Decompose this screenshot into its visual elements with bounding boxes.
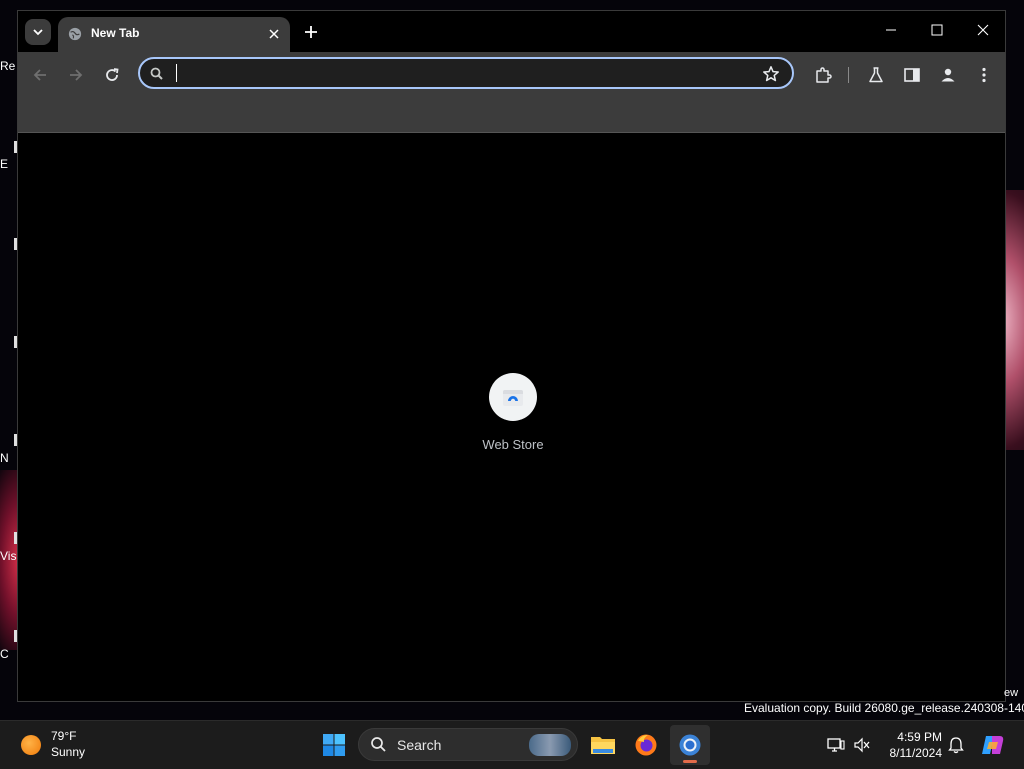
- web-store-icon: [503, 390, 523, 406]
- start-icon: [323, 734, 345, 756]
- new-tab-button[interactable]: [300, 21, 322, 43]
- chrome-icon: [679, 734, 701, 756]
- back-arrow-icon: [33, 69, 46, 81]
- minimize-button[interactable]: [876, 17, 906, 43]
- file-explorer-icon: [591, 737, 615, 754]
- menu-button[interactable]: [972, 63, 996, 87]
- address-bar[interactable]: [138, 57, 794, 89]
- clock-date: 8/11/2024: [889, 746, 943, 760]
- bell-icon: [948, 737, 964, 754]
- shortcut-web-store[interactable]: Web Store: [473, 373, 553, 452]
- address-input[interactable]: [174, 63, 748, 85]
- profile-icon: [941, 68, 955, 82]
- volume-muted-icon: [854, 737, 870, 753]
- sun-icon: [21, 735, 41, 755]
- search-icon: [371, 737, 386, 752]
- minimize-icon: [886, 29, 896, 31]
- system-clock[interactable]: 4:59 PM 8/11/2024: [880, 729, 943, 761]
- tray-display-button[interactable]: [826, 735, 846, 755]
- search-highlight-image: [529, 734, 571, 756]
- taskbar-search-label: Search: [397, 737, 442, 753]
- search-icon: [150, 67, 163, 80]
- profile-button[interactable]: [936, 63, 960, 87]
- text-caret: [176, 64, 177, 82]
- watermark-fragment: ew: [1004, 687, 1019, 699]
- close-window-button[interactable]: [968, 17, 998, 43]
- tray-volume-button[interactable]: [852, 735, 872, 755]
- desktop-icon-label[interactable]: Vis: [0, 549, 18, 563]
- taskbar-file-explorer[interactable]: [583, 725, 623, 765]
- running-indicator: [683, 760, 697, 763]
- desktop-icon-label[interactable]: N: [0, 451, 18, 465]
- display-icon: [827, 738, 845, 752]
- chevron-down-icon: [33, 29, 43, 36]
- weather-condition: Sunny: [51, 745, 86, 759]
- extensions-button[interactable]: [811, 63, 835, 87]
- tab-close-button[interactable]: [264, 24, 284, 44]
- tab-strip: New Tab: [18, 11, 1005, 52]
- forward-button[interactable]: [64, 63, 88, 87]
- new-tab-page: Web Store: [18, 133, 1005, 701]
- tab-search-button[interactable]: [25, 19, 51, 45]
- taskbar-search[interactable]: Search: [358, 728, 578, 761]
- globe-icon: [68, 27, 82, 41]
- close-icon: [977, 24, 989, 36]
- toolbar: [18, 52, 1005, 97]
- side-panel-icon: [904, 68, 920, 82]
- shortcut-label: Web Store: [482, 437, 544, 452]
- bookmark-star-icon[interactable]: [762, 65, 780, 83]
- desktop-icon-label[interactable]: E: [0, 157, 18, 171]
- taskbar: 79°F Sunny Search 4:59 PM 8/11/2024: [0, 720, 1024, 769]
- desktop-icon-label[interactable]: Re: [0, 59, 18, 73]
- maximize-button[interactable]: [922, 17, 952, 43]
- reload-icon: [106, 68, 119, 81]
- close-icon: [269, 29, 279, 39]
- taskbar-firefox[interactable]: [626, 725, 666, 765]
- copilot-icon[interactable]: [980, 733, 1006, 757]
- clock-time: 4:59 PM: [897, 730, 942, 744]
- labs-flask-icon: [869, 67, 883, 83]
- extensions-icon: [816, 67, 832, 83]
- notifications-button[interactable]: [946, 735, 966, 755]
- bookmarks-bar: [18, 97, 1005, 133]
- labs-button[interactable]: [864, 63, 888, 87]
- desktop-icon-label[interactable]: C: [0, 647, 18, 661]
- taskbar-chrome[interactable]: [670, 725, 710, 765]
- tab-title: New Tab: [91, 26, 140, 40]
- weather-widget[interactable]: 79°F Sunny: [18, 727, 138, 763]
- weather-temperature: 79°F: [51, 729, 77, 743]
- forward-arrow-icon: [70, 69, 83, 81]
- plus-icon: [305, 26, 317, 38]
- back-button[interactable]: [28, 63, 52, 87]
- evaluation-watermark: Evaluation copy. Build 26080.ge_release.…: [744, 701, 1024, 715]
- start-button[interactable]: [314, 725, 354, 765]
- browser-window: New Tab Web Store: [17, 10, 1006, 702]
- side-panel-button[interactable]: [900, 63, 924, 87]
- toolbar-divider: [848, 67, 849, 83]
- maximize-icon: [931, 24, 943, 36]
- reload-button[interactable]: [100, 63, 124, 87]
- tab-new-tab[interactable]: New Tab: [58, 17, 290, 52]
- menu-icon: [982, 67, 986, 83]
- shortcut-tile[interactable]: [489, 373, 537, 421]
- firefox-icon: [635, 734, 657, 756]
